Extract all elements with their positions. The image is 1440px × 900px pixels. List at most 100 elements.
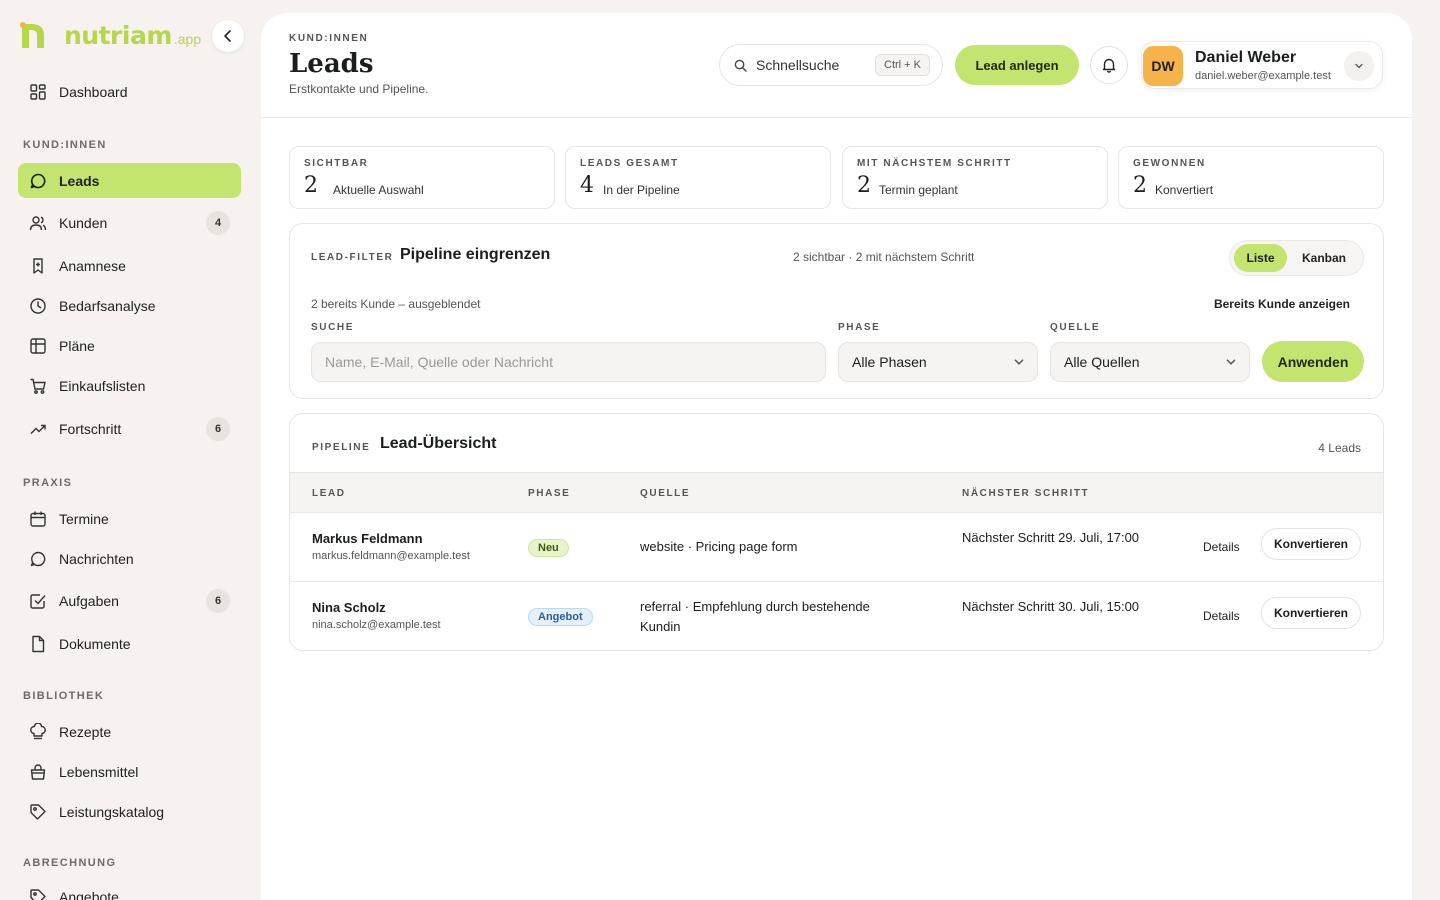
section-heading-library: BIBLIOTHEK (23, 690, 105, 702)
source-select-value: Alle Quellen (1064, 354, 1140, 370)
phase-label: PHASE (838, 322, 881, 333)
tag-icon (30, 803, 46, 820)
sidebar-item-label: Bedarfsanalyse (59, 297, 156, 314)
avatar: DW (1143, 46, 1183, 86)
main-panel: KUND:INNEN Leads Erstkontakte und Pipeli… (261, 13, 1412, 900)
count-badge: 6 (206, 417, 230, 441)
source-select[interactable]: Alle Quellen (1050, 342, 1250, 382)
view-toggle: Liste Kanban (1229, 240, 1364, 276)
stat-card-next-step: MIT NÄCHSTEM SCHRITT 2 Termin geplant (842, 146, 1108, 209)
sidebar-item-anamnese[interactable]: Anamnese (18, 248, 241, 283)
sidebar-item-einkaufslisten[interactable]: Einkaufslisten (18, 368, 241, 403)
stat-caption: In der Pipeline (603, 183, 680, 197)
view-kanban-button[interactable]: Kanban (1291, 244, 1357, 272)
sidebar-item-label: Angebote (59, 888, 119, 900)
table-row: Markus Feldmann markus.feldmann@example.… (290, 513, 1383, 582)
sidebar-item-rezepte[interactable]: Rezepte (18, 714, 241, 749)
tag-icon (30, 888, 46, 900)
show-customers-link[interactable]: Bereits Kunde anzeigen (1214, 297, 1350, 311)
document-icon (32, 635, 45, 652)
cart-icon (30, 378, 46, 394)
bell-icon (1102, 58, 1116, 73)
table-icon (30, 337, 46, 354)
sidebar-item-label: Rezepte (59, 723, 112, 740)
column-header-lead: LEAD (312, 488, 346, 499)
chevron-down-icon (1355, 63, 1363, 69)
stat-label: SICHTBAR (304, 158, 369, 169)
sidebar-item-kunden[interactable]: Kunden 4 (18, 205, 241, 240)
sidebar-item-angebote[interactable]: Angebote (18, 879, 241, 900)
section-heading-practice: PRAXIS (23, 477, 73, 489)
convert-button[interactable]: Konvertieren (1261, 597, 1361, 629)
apply-filter-button[interactable]: Anwenden (1262, 341, 1364, 382)
search-icon (734, 59, 747, 72)
breadcrumb: KUND:INNEN (289, 33, 369, 44)
stat-value: 2 (1133, 173, 1147, 198)
lead-source: website · Pricing page form (640, 539, 798, 554)
stat-value: 2 (304, 173, 318, 198)
lead-search-input[interactable]: Name, E-Mail, Quelle oder Nachricht (311, 342, 826, 382)
user-menu-toggle[interactable] (1344, 51, 1374, 81)
column-header-next-step: NÄCHSTER SCHRITT (962, 488, 1090, 499)
users-icon (29, 215, 47, 230)
sidebar-item-bedarfsanalyse[interactable]: Bedarfsanalyse (18, 288, 241, 323)
chevron-down-icon (1014, 359, 1024, 365)
phase-select[interactable]: Alle Phasen (838, 342, 1038, 382)
view-list-button[interactable]: Liste (1234, 244, 1287, 272)
collapse-sidebar-button[interactable] (212, 20, 244, 52)
sidebar-item-label: Termine (59, 510, 109, 527)
brand-logo[interactable]: nutriam .app (18, 18, 201, 50)
user-menu[interactable]: DW Daniel Weber daniel.weber@example.tes… (1141, 41, 1383, 89)
stat-card-total: LEADS GESAMT 4 In der Pipeline (565, 146, 831, 209)
sidebar-item-termine[interactable]: Termine (18, 501, 241, 536)
sidebar-item-aufgaben[interactable]: Aufgaben 6 (18, 583, 241, 618)
user-email: daniel.weber@example.test (1195, 70, 1331, 82)
user-name: Daniel Weber (1195, 49, 1297, 66)
hidden-customers-note: 2 bereits Kunde – ausgeblendet (311, 297, 481, 311)
checkbox-icon (30, 593, 46, 609)
lead-next-step: Nächster Schritt 30. Juli, 15:00 (962, 599, 1140, 614)
sidebar-item-dashboard[interactable]: Dashboard (18, 74, 241, 109)
notifications-button[interactable] (1090, 46, 1128, 84)
sidebar-item-fortschritt[interactable]: Fortschritt 6 (18, 411, 241, 446)
sidebar-item-leads[interactable]: Leads (18, 163, 241, 198)
lead-email: nina.scholz@example.test (312, 619, 441, 631)
chef-hat-icon (30, 722, 46, 739)
phase-select-value: Alle Phasen (852, 354, 927, 370)
sidebar-item-label: Dashboard (59, 83, 128, 100)
shopping-bag-icon (30, 763, 46, 780)
brand-name: nutriam (64, 21, 172, 50)
stat-card-visible: SICHTBAR 2 Aktuelle Auswahl (289, 146, 555, 209)
sidebar-item-plaene[interactable]: Pläne (18, 328, 241, 363)
quick-search[interactable]: Schnellsuche Ctrl + K (719, 44, 943, 86)
stat-card-won: GEWONNEN 2 Konvertiert (1118, 146, 1384, 209)
count-badge: 6 (206, 589, 230, 613)
sidebar-item-label: Fortschritt (59, 420, 122, 437)
column-header-source: QUELLE (640, 488, 691, 499)
convert-button[interactable]: Konvertieren (1261, 528, 1361, 560)
sidebar-item-label: Kunden (59, 214, 108, 231)
sidebar-item-label: Einkaufslisten (59, 377, 146, 394)
page-header: KUND:INNEN Leads Erstkontakte und Pipeli… (261, 13, 1412, 118)
phase-badge: Angebot (528, 608, 593, 626)
page-subtitle: Erstkontakte und Pipeline. (289, 82, 429, 96)
sidebar-item-lebensmittel[interactable]: Lebensmittel (18, 754, 241, 789)
stat-caption: Konvertiert (1155, 183, 1214, 197)
lead-name: Nina Scholz (312, 600, 386, 615)
chevron-left-icon (224, 30, 231, 42)
lead-overview-card: PIPELINE Lead-Übersicht 4 Leads LEAD PHA… (289, 413, 1384, 651)
card-eyebrow: LEAD-FILTER (311, 252, 394, 263)
sidebar-item-leistungskatalog[interactable]: Leistungskatalog (18, 794, 241, 829)
sidebar-item-nachrichten[interactable]: Nachrichten (18, 541, 241, 576)
keyboard-shortcut: Ctrl + K (875, 54, 930, 76)
details-link[interactable]: Details (1203, 609, 1240, 623)
create-lead-button[interactable]: Lead anlegen (955, 45, 1079, 85)
details-link[interactable]: Details (1203, 540, 1240, 554)
bookmark-icon (33, 257, 43, 274)
table-row: Nina Scholz nina.scholz@example.test Ang… (290, 582, 1383, 650)
search-label: SUCHE (311, 322, 355, 333)
phase-badge: Neu (528, 539, 569, 557)
stat-label: LEADS GESAMT (580, 158, 679, 169)
sidebar-item-label: Leads (59, 172, 100, 189)
sidebar-item-dokumente[interactable]: Dokumente (18, 626, 241, 661)
